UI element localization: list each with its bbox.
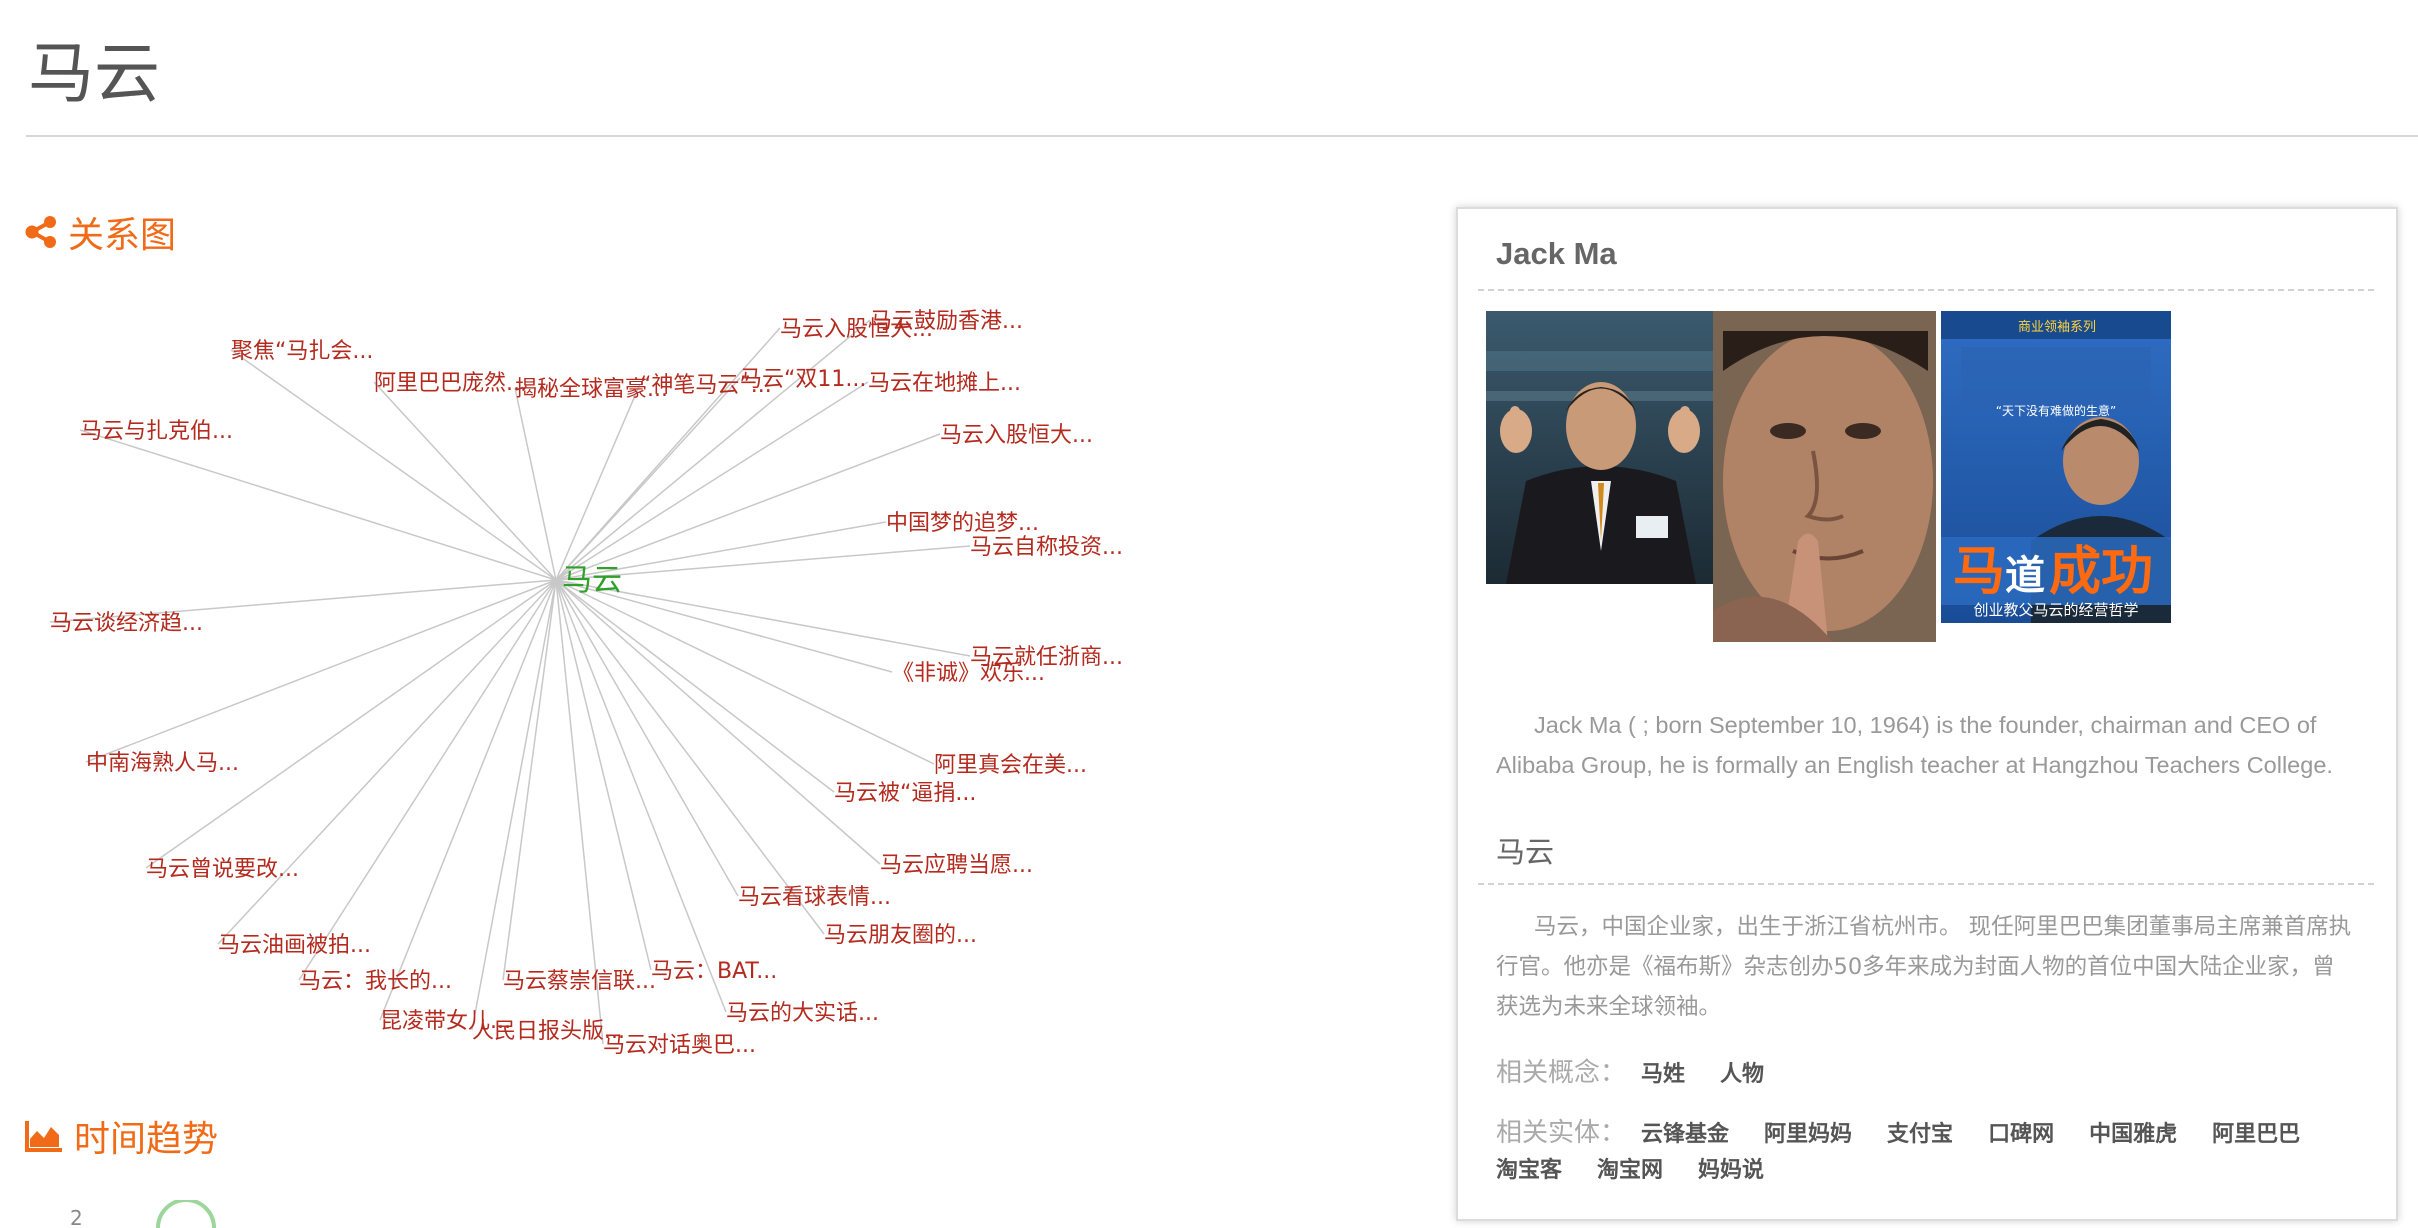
graph-edge [85, 579, 557, 763]
graph-node-label[interactable]: 马云被“逼捐... [834, 781, 976, 806]
page-title: 马云 [28, 35, 160, 112]
trend-marker [156, 1200, 216, 1228]
svg-text:道: 道 [2005, 553, 2045, 599]
graph-edge [298, 579, 557, 981]
graph-edge [555, 579, 652, 971]
graph-node-label[interactable]: 马云入股恒大... [940, 423, 1093, 448]
graph-node-label[interactable]: 马云：我长的... [299, 969, 452, 994]
chinese-description: 马云，中国企业家，出生于浙江省杭州市。 现任阿里巴巴集团董事局主席兼首席执行官。… [1496, 914, 2352, 1020]
graph-node-label[interactable]: 马云谈经济趋... [50, 611, 203, 636]
graph-node-label[interactable]: 马云在地摊上... [868, 371, 1021, 396]
graph-heading-label: 关系图 [68, 215, 177, 256]
trend-chart-stub: 2 [70, 1200, 216, 1228]
graph-node-label[interactable]: 《非诚》欢乐... [892, 661, 1045, 686]
book-tagline: “天下没有难做的生意” [1996, 403, 2116, 418]
graph-node-label[interactable]: 马云应聘当愿... [880, 853, 1033, 878]
graph-edge [555, 381, 869, 581]
graph-node-label[interactable]: 马云的大实话... [726, 1001, 879, 1026]
area-chart-icon [25, 1121, 62, 1152]
graph-node-label[interactable]: 马云自称投资... [970, 535, 1123, 560]
graph-edge [471, 579, 557, 1031]
book-banner: 商业领袖系列 [2018, 320, 2096, 335]
graph-edge [145, 579, 557, 869]
graph-node-label[interactable]: 马云油画被拍... [218, 933, 371, 958]
concepts-tag[interactable]: 人物 [1720, 1062, 1764, 1087]
graph-node-label[interactable]: 马云看球表情... [738, 885, 891, 910]
graph-section-heading: 关系图 [24, 206, 176, 258]
related-concepts: 相关概念： 马姓 人物 [1496, 1055, 2356, 1093]
related-concepts-label: 相关概念： [1496, 1058, 1627, 1088]
graph-node-label[interactable]: 马云朋友圈的... [824, 923, 977, 948]
entities-tag[interactable]: 云锋基金 [1641, 1122, 1729, 1147]
graph-edge [555, 383, 641, 581]
graph-node-label[interactable]: 马云蔡崇信联... [503, 969, 656, 994]
graph-node-label[interactable]: 聚焦“马扎会... [231, 339, 373, 364]
graph-node-label[interactable]: 马云“双11... [740, 367, 866, 392]
graph-edge [555, 377, 741, 581]
graph-node-label[interactable]: 马云与扎克伯... [80, 419, 233, 444]
share-icon [25, 216, 56, 248]
entities-tag[interactable]: 妈妈说 [1698, 1158, 1764, 1183]
graph-edge [555, 579, 935, 765]
graph-node-label[interactable]: 中国梦的追梦... [886, 511, 1039, 536]
book-subtitle: 创业教父马云的经营哲学 [1973, 601, 2138, 619]
graph-center-node[interactable]: 马云 [562, 563, 622, 598]
graph-edge [555, 319, 871, 581]
info-card: Jack Ma 商业领袖系列 “天下没有难做的生意” 马 道 成功 创业教父马云… [1456, 207, 2398, 1221]
trend-axis-tick: 2 [70, 1206, 83, 1228]
graph-edge [217, 579, 557, 945]
book-title-a: 马 [1953, 542, 2005, 602]
concepts-tag[interactable]: 马姓 [1641, 1062, 1685, 1087]
entities-tag[interactable]: 淘宝客 [1496, 1158, 1562, 1183]
relationship-graph[interactable]: 马云鼓励香港...马云入股恒大...聚焦“马扎会...阿里巴巴庞然...揭秘全球… [0, 290, 1180, 1090]
graph-edge [502, 579, 557, 981]
english-description: Jack Ma ( ; born September 10, 1964) is … [1496, 712, 2333, 778]
graph-node-label[interactable]: 马云入股恒大... [780, 317, 933, 342]
graph-node-label[interactable]: 马云：BAT... [651, 959, 777, 984]
trend-heading-label: 时间趋势 [74, 1119, 219, 1160]
related-entities: 相关实体： 云锋基金 阿里妈妈 支付宝 口碑网 中国雅虎 阿里巴巴 淘宝客 淘宝… [1496, 1115, 2356, 1189]
entities-tag[interactable]: 支付宝 [1887, 1122, 1953, 1147]
graph-node-label[interactable]: 阿里巴巴庞然... [374, 371, 527, 396]
entities-tag[interactable]: 阿里妈妈 [1764, 1122, 1852, 1147]
entities-tag[interactable]: 中国雅虎 [2089, 1122, 2177, 1147]
graph-node-label[interactable]: 阿里真会在美... [934, 753, 1087, 778]
graph-edge [379, 579, 557, 1021]
english-name-heading: Jack Ma [1496, 236, 1617, 271]
graph-edge [555, 579, 825, 935]
related-entities-label: 相关实体： [1496, 1118, 1627, 1148]
graph-edge [555, 433, 941, 581]
trend-section-heading: 时间趋势 [24, 1110, 218, 1162]
photo-portrait[interactable] [1713, 311, 1936, 642]
entities-tag[interactable]: 口碑网 [1988, 1122, 2054, 1147]
photo-thumbs-up[interactable] [1486, 311, 1716, 584]
card-divider-2 [1478, 883, 2374, 885]
graph-edge [373, 381, 557, 581]
graph-node-label[interactable]: 马云对话奥巴... [603, 1033, 756, 1058]
photo-book-cover[interactable]: 商业领袖系列 “天下没有难做的生意” 马 道 成功 创业教父马云的经营哲学 [1941, 311, 2171, 623]
graph-edge [79, 429, 557, 581]
title-divider [26, 135, 2418, 137]
entities-tag[interactable]: 淘宝网 [1597, 1158, 1663, 1183]
graph-edge [555, 579, 881, 865]
card-divider [1478, 289, 2374, 291]
graph-node-label[interactable]: 中南海熟人马... [86, 751, 239, 776]
entities-tag[interactable]: 阿里巴巴 [2212, 1122, 2300, 1147]
graph-node-label[interactable]: 马云曾说要改... [146, 857, 299, 882]
graph-edge [514, 387, 557, 581]
chinese-name-heading: 马云 [1496, 835, 1555, 869]
book-title-b: 成功 [2049, 542, 2153, 602]
